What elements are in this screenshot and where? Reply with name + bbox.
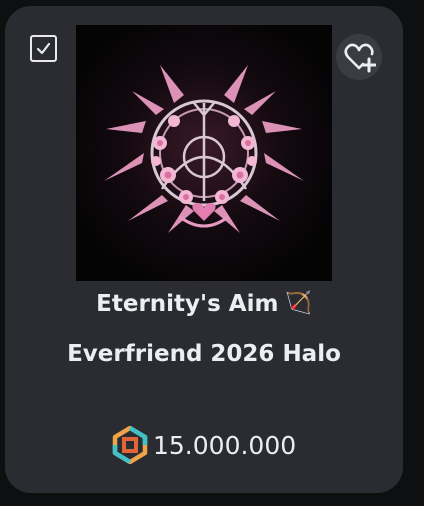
price-value: 15.000.000: [153, 430, 297, 460]
item-name-line1-row[interactable]: Eternity's Aim 🏹: [5, 287, 403, 321]
add-to-favorites-button[interactable]: [336, 34, 382, 80]
item-card[interactable]: Eternity's Aim 🏹 Everfriend 2026 Halo 15…: [5, 6, 403, 493]
checkmark-icon: [36, 42, 51, 55]
item-price: 15.000.000: [111, 426, 296, 464]
halo-image: [76, 25, 332, 281]
item-thumbnail[interactable]: [76, 25, 332, 281]
item-name-line1[interactable]: Eternity's Aim: [96, 287, 278, 321]
bow-arrow-emoji-icon: 🏹: [284, 291, 312, 316]
heart-plus-icon: [344, 43, 376, 73]
robux-icon: [112, 426, 148, 464]
select-checkbox[interactable]: [30, 35, 57, 62]
item-name-line2[interactable]: Everfriend 2026 Halo: [5, 337, 403, 371]
